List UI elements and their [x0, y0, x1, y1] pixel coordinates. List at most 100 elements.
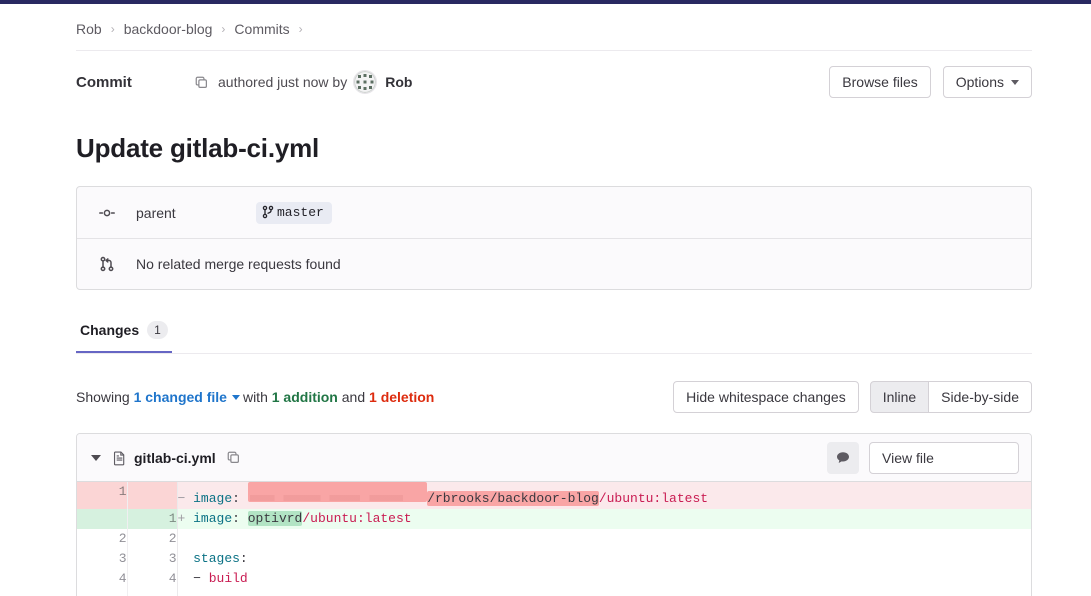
page-title: Update gitlab-ci.yml — [76, 133, 1032, 164]
diff-code-cell[interactable] — [177, 529, 1031, 549]
merge-request-row: No related merge requests found — [77, 238, 1031, 289]
diff-code-cell[interactable]: stages: — [177, 549, 1031, 569]
diff-row: 1+ image: optivrd/ubuntu:latest — [77, 509, 1031, 529]
code-token — [240, 511, 248, 526]
breadcrumb-item-project[interactable]: backdoor-blog — [124, 21, 213, 37]
comment-bubble-icon[interactable] — [827, 442, 859, 474]
diff-view-controls: Hide whitespace changes Inline Side-by-s… — [673, 381, 1032, 413]
code-token: : — [232, 491, 240, 506]
authored-text: authored just now by — [218, 74, 347, 90]
tab-changes[interactable]: Changes 1 — [76, 321, 172, 353]
code-token: /ubuntu:latest — [302, 511, 411, 526]
parent-row: parent master — [77, 187, 1031, 238]
diff-old-line-number[interactable]: ... — [77, 589, 127, 596]
diff-view-toggle: Inline Side-by-side — [870, 381, 1032, 413]
code-token: stages — [193, 551, 240, 566]
diff-summary-bar: Showing 1 changed file with 1 addition a… — [76, 380, 1032, 414]
breadcrumb: Rob › backdoor-blog › Commits › — [76, 4, 1032, 50]
inline-view-button[interactable]: Inline — [870, 381, 929, 413]
diff-new-line-number[interactable]: ... — [127, 589, 177, 596]
diff-new-line-number[interactable]: 1 — [127, 509, 177, 529]
branch-name: master — [277, 205, 324, 220]
diff-old-line-number[interactable]: 2 — [77, 529, 127, 549]
diff-file-name[interactable]: gitlab-ci.yml — [134, 450, 216, 466]
diff-row: 44 − build — [77, 569, 1031, 589]
view-file-button[interactable]: View file — [869, 442, 1019, 474]
tab-changes-badge: 1 — [147, 321, 168, 339]
options-button[interactable]: Options — [943, 66, 1032, 98]
commit-label: Commit — [76, 74, 194, 91]
diff-old-line-number[interactable]: 3 — [77, 549, 127, 569]
chevron-down-icon[interactable] — [91, 455, 101, 461]
showing-and-text: and — [342, 389, 365, 405]
branch-fork-icon — [262, 205, 274, 219]
avatar[interactable] — [353, 70, 377, 94]
commit-node-icon — [99, 205, 115, 221]
changed-files-dropdown[interactable]: 1 changed file — [134, 389, 227, 405]
breadcrumb-item-user[interactable]: Rob — [76, 21, 102, 37]
side-by-side-view-button[interactable]: Side-by-side — [928, 381, 1032, 413]
additions-count: 1 addition — [272, 389, 338, 405]
code-token: − — [193, 571, 209, 586]
diff-new-line-number[interactable]: 4 — [127, 569, 177, 589]
diff-old-line-number[interactable]: 1 — [77, 482, 127, 509]
copy-icon[interactable] — [226, 450, 241, 465]
diff-file-actions: View file — [827, 442, 1019, 474]
code-token: : — [232, 511, 240, 526]
diff-new-line-number[interactable] — [127, 482, 177, 509]
chevron-down-icon[interactable] — [232, 395, 240, 400]
diff-new-line-number[interactable]: 3 — [127, 549, 177, 569]
code-token: : — [240, 551, 248, 566]
diff-change-sign: + — [178, 511, 194, 526]
merge-request-icon — [99, 256, 115, 272]
diff-old-line-number[interactable]: 4 — [77, 569, 127, 589]
redacted-text: ███████████████████████ — [248, 482, 427, 502]
commit-header-actions: Browse files Options — [829, 66, 1032, 98]
deletions-count: 1 deletion — [369, 389, 434, 405]
author-name[interactable]: Rob — [385, 74, 412, 90]
chevron-down-icon — [1011, 80, 1019, 85]
parent-label: parent — [136, 205, 256, 221]
diff-new-line-number[interactable]: 2 — [127, 529, 177, 549]
code-token: image — [193, 491, 232, 506]
code-token — [240, 491, 248, 506]
diff-row: 33 stages: — [77, 549, 1031, 569]
diff-row: ...... — [77, 589, 1031, 596]
browse-files-button[interactable]: Browse files — [829, 66, 930, 98]
copy-icon[interactable] — [194, 75, 209, 90]
breadcrumb-separator-trailing: › — [299, 22, 303, 36]
code-token: image — [193, 511, 232, 526]
diff-gutter-space — [178, 571, 194, 586]
diff-file-card: gitlab-ci.yml View file — [76, 433, 1032, 596]
options-button-label: Options — [956, 74, 1004, 90]
diff-code-cell[interactable]: − image: ███████████████████████/rbrooks… — [177, 482, 1031, 509]
code-token: optivrd — [248, 511, 303, 526]
diff-code-cell[interactable]: − build — [177, 569, 1031, 589]
code-token: /rbrooks/backdoor-blog — [427, 491, 599, 506]
page-root: Rob › backdoor-blog › Commits › Commit a… — [0, 4, 1091, 596]
diff-code-cell[interactable]: + image: optivrd/ubuntu:latest — [177, 509, 1031, 529]
content-container: Rob › backdoor-blog › Commits › Commit a… — [76, 4, 1032, 596]
showing-prefix: Showing — [76, 389, 130, 405]
breadcrumb-separator: › — [111, 22, 115, 36]
showing-with-text: with — [243, 389, 268, 405]
commit-header: Commit authored just now by — [76, 51, 1032, 109]
diff-file-header: gitlab-ci.yml View file — [77, 434, 1031, 482]
diff-table: 1− image: ███████████████████████/rbrook… — [77, 482, 1031, 596]
branch-badge[interactable]: master — [256, 202, 332, 224]
breadcrumb-item-commits[interactable]: Commits — [234, 21, 289, 37]
diff-gutter-space — [178, 531, 194, 546]
commit-authored-info: authored just now by — [194, 70, 412, 94]
file-document-icon — [112, 450, 127, 466]
diff-row: 1 − image: ███████████████████████/rbrook… — [77, 482, 1031, 509]
code-token: /ubuntu:latest — [599, 491, 708, 506]
tab-changes-label: Changes — [80, 322, 139, 338]
diff-code-cell[interactable] — [177, 589, 1031, 596]
hide-whitespace-button[interactable]: Hide whitespace changes — [673, 381, 859, 413]
diff-change-sign: − — [178, 491, 194, 506]
breadcrumb-separator: › — [221, 22, 225, 36]
diff-rows: 1− image: ███████████████████████/rbrook… — [77, 482, 1031, 596]
merge-request-text: No related merge requests found — [136, 256, 341, 272]
diff-old-line-number[interactable] — [77, 509, 127, 529]
diff-row: 22 — [77, 529, 1031, 549]
